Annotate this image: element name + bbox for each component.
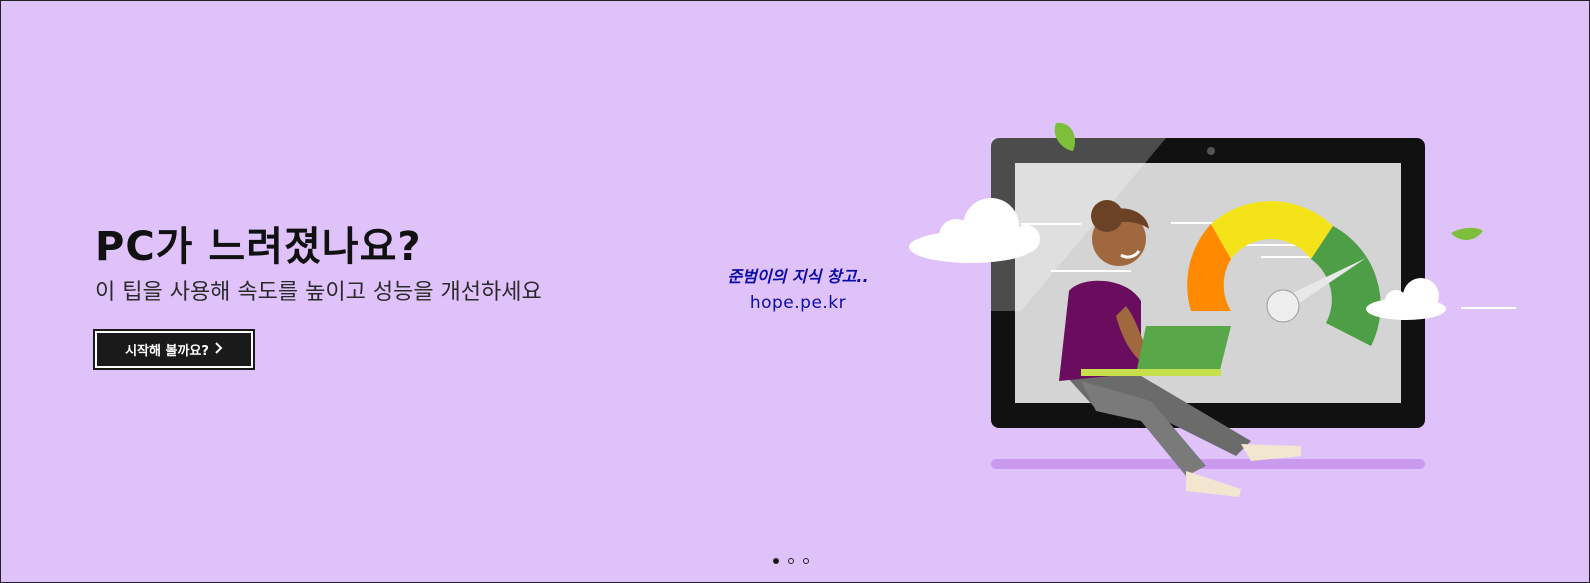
watermark-title: 준범이의 지식 창고..	[727, 267, 869, 286]
get-started-button[interactable]: 시작해 볼까요?	[93, 329, 255, 370]
watermark-url: hope.pe.kr	[749, 293, 847, 313]
carousel-dot-2[interactable]	[788, 558, 794, 564]
speed-illustration	[909, 122, 1516, 497]
carousel-dot-1[interactable]	[773, 558, 779, 564]
chevron-right-icon	[214, 341, 223, 358]
watermark: 준범이의 지식 창고.. hope.pe.kr	[713, 263, 883, 313]
carousel-dot-3[interactable]	[803, 558, 809, 564]
hero-banner: PC가 느려졌나요? 이 팁을 사용해 속도를 높이고 성능을 개선하세요 시작…	[0, 0, 1590, 583]
get-started-label: 시작해 볼까요?	[125, 344, 209, 359]
hero-subheadline: 이 팁을 사용해 속도를 높이고 성능을 개선하세요	[95, 280, 542, 305]
carousel-dots	[773, 558, 809, 564]
hero-headline: PC가 느려졌나요?	[95, 224, 422, 270]
